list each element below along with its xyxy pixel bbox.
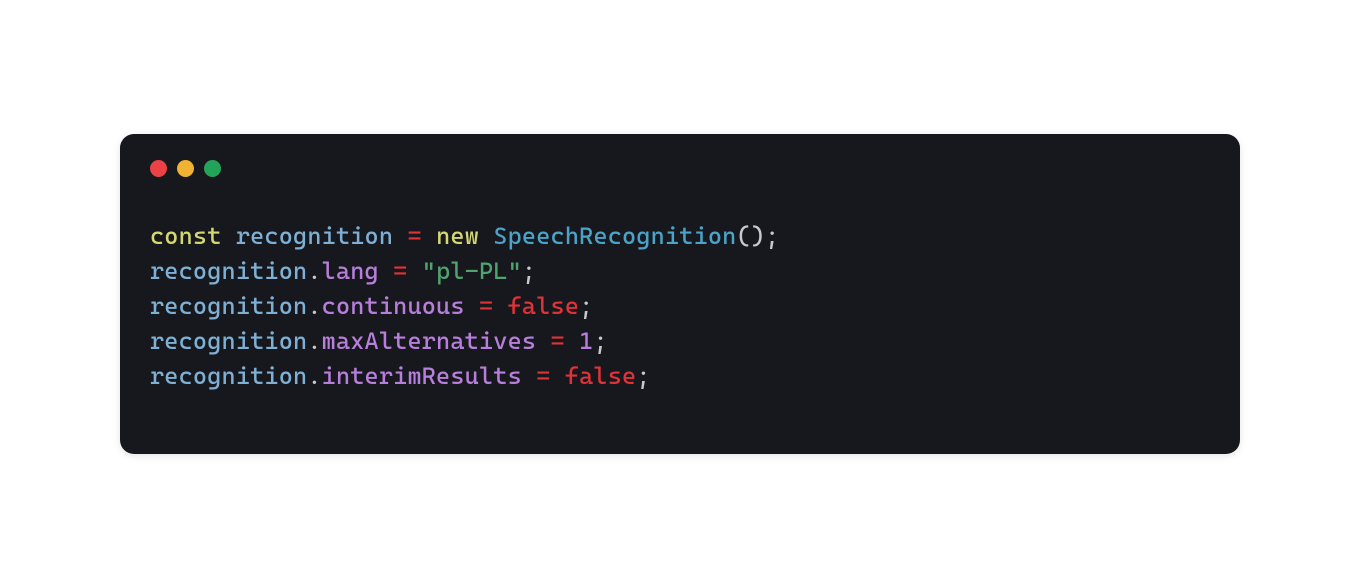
window-traffic-lights <box>150 160 1210 177</box>
close-icon[interactable] <box>150 160 167 177</box>
code-token: = <box>479 292 493 320</box>
code-token: recognition <box>150 362 307 390</box>
code-token: recognition <box>150 257 307 285</box>
code-token: ; <box>579 292 593 320</box>
code-token: . <box>307 327 321 355</box>
code-token: "pl-PL" <box>422 257 522 285</box>
code-token: recognition <box>236 222 393 250</box>
code-token: false <box>508 292 580 320</box>
code-token: recognition <box>150 292 307 320</box>
code-block: const recognition = new SpeechRecognitio… <box>150 219 1210 394</box>
code-token: = <box>551 327 565 355</box>
maximize-icon[interactable] <box>204 160 221 177</box>
code-token: ; <box>636 362 650 390</box>
code-token: . <box>307 292 321 320</box>
code-token: SpeechRecognition <box>493 222 736 250</box>
code-token: recognition <box>150 327 307 355</box>
code-token: maxAlternatives <box>322 327 537 355</box>
code-token: . <box>307 257 321 285</box>
code-token: interimResults <box>322 362 522 390</box>
code-token: = <box>536 362 550 390</box>
minimize-icon[interactable] <box>177 160 194 177</box>
code-token: lang <box>322 257 379 285</box>
code-token: new <box>436 222 479 250</box>
code-token: false <box>565 362 637 390</box>
code-token: 1 <box>579 327 593 355</box>
code-token: = <box>393 257 407 285</box>
code-token: = <box>407 222 421 250</box>
code-token: const <box>150 222 222 250</box>
code-token: ; <box>593 327 607 355</box>
code-token: . <box>307 362 321 390</box>
code-token: (); <box>736 222 779 250</box>
code-token: ; <box>522 257 536 285</box>
code-token: continuous <box>322 292 465 320</box>
code-editor-window: const recognition = new SpeechRecognitio… <box>120 134 1240 454</box>
